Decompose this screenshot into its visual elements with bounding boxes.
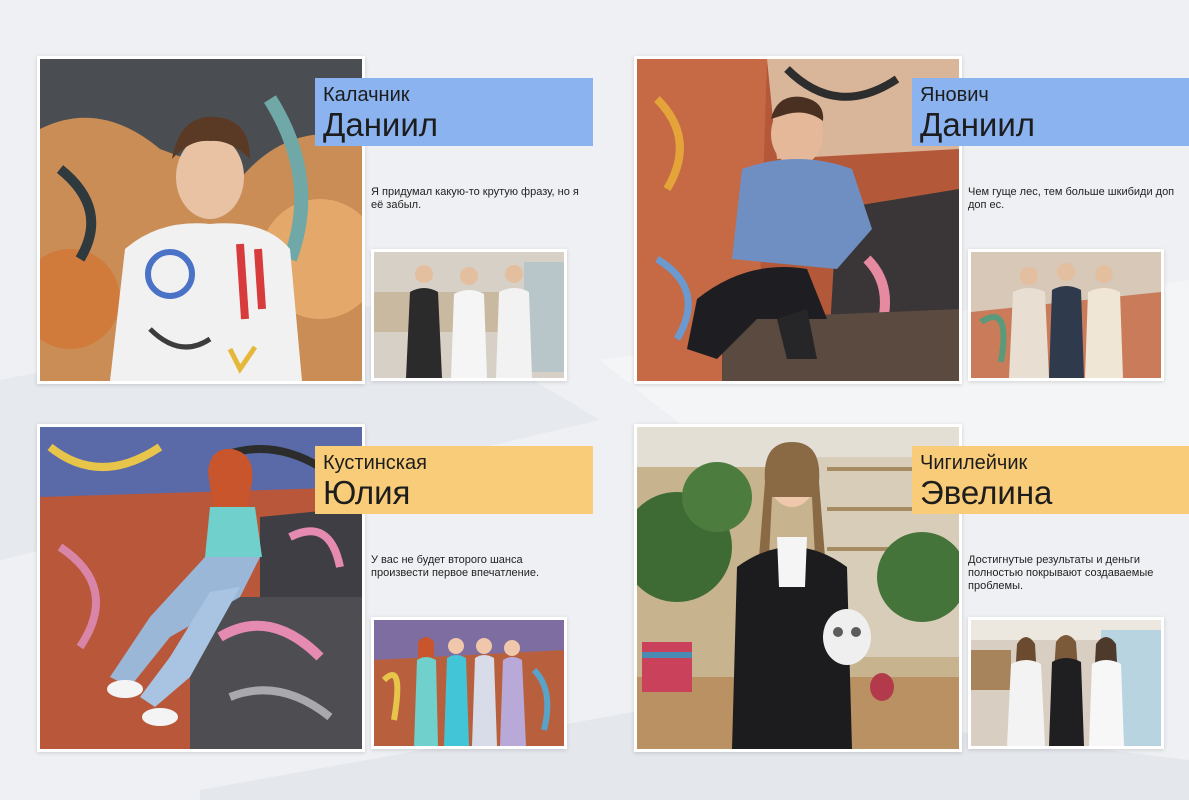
firstname: Даниил: [323, 106, 439, 143]
firstname: Эвелина: [920, 474, 1053, 511]
quote-text: Чем гуще лес, тем больше шкибиди доп доп…: [968, 186, 1175, 211]
quote-text: Я придумал какую-то крутую фразу, но я е…: [371, 186, 579, 211]
student-card-kustinskaya: Кустинская Юлия У вас не будет второго ш…: [37, 424, 597, 754]
student-card-chigileychik: Чигилейчик Эвелина Достигнутые результат…: [634, 424, 1189, 754]
student-card-kalachnik: Калачник Даниил Я придумал какую-то крут…: [37, 56, 597, 386]
group-photo: [371, 617, 567, 749]
surname: Калачник: [323, 84, 410, 106]
surname: Чигилейчик: [920, 452, 1028, 474]
group-photo: [371, 249, 567, 381]
name-label: Калачник Даниил: [315, 78, 593, 146]
group-photo: [968, 249, 1164, 381]
surname: Кустинская: [323, 452, 427, 474]
group-photo: [968, 617, 1164, 749]
quote-text: Достигнутые результаты и деньги полность…: [968, 554, 1154, 592]
quote-text: У вас не будет второго шанса произвести …: [371, 554, 540, 579]
firstname: Юлия: [323, 474, 411, 511]
surname: Янович: [920, 84, 989, 106]
student-card-yanovich: Янович Даниил Чем гуще лес, тем больше ш…: [634, 56, 1189, 386]
name-label: Чигилейчик Эвелина: [912, 446, 1189, 514]
name-label: Янович Даниил: [912, 78, 1189, 146]
name-label: Кустинская Юлия: [315, 446, 593, 514]
firstname: Даниил: [920, 106, 1036, 143]
